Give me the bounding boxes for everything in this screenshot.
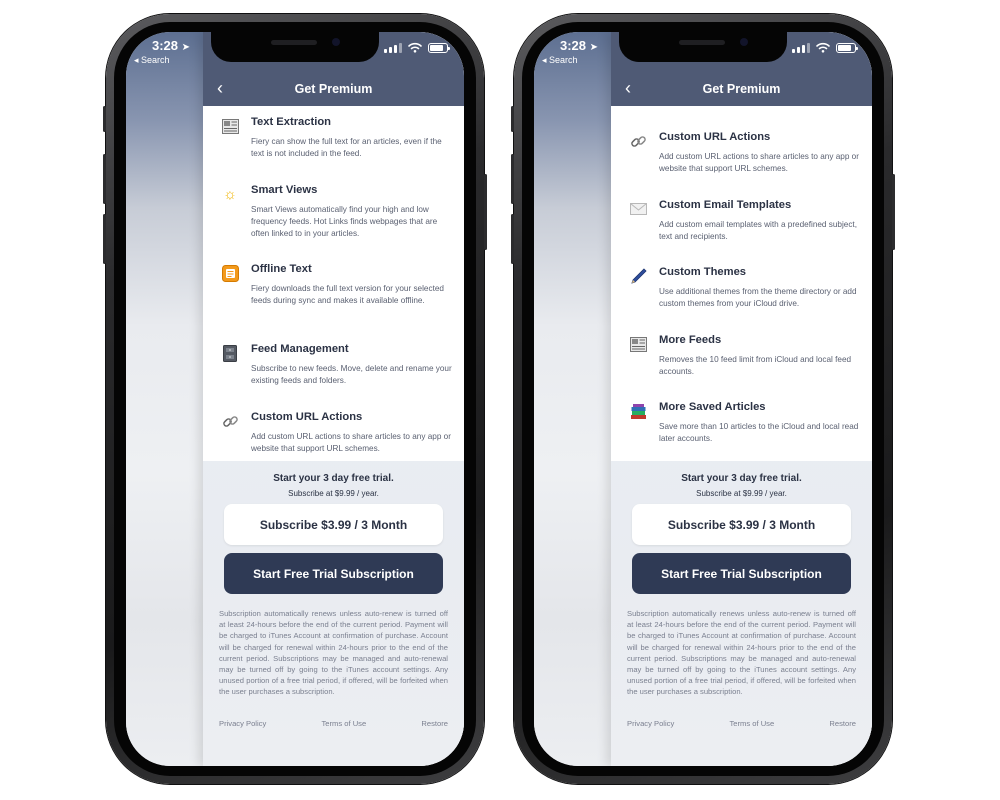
start-trial-button[interactable]: Start Free Trial Subscription bbox=[632, 553, 851, 594]
feature-description: Smart Views automatically find your high… bbox=[251, 205, 438, 238]
feature-title: More Feeds bbox=[659, 334, 722, 346]
status-time: 3:28 ➤ bbox=[152, 38, 190, 53]
battery-icon bbox=[428, 42, 450, 53]
subscribe-button[interactable]: Subscribe $3.99 / 3 Month bbox=[224, 504, 443, 545]
restore-link[interactable]: Restore bbox=[829, 719, 856, 728]
privacy-policy-link[interactable]: Privacy Policy bbox=[219, 719, 266, 728]
more-feeds-icon bbox=[629, 335, 647, 353]
feature-title: Custom Themes bbox=[659, 266, 747, 278]
page-title: Get Premium bbox=[294, 82, 373, 96]
feature-list[interactable]: Text Extraction Fiery can show the full … bbox=[203, 106, 464, 461]
feature-title: Custom URL Actions bbox=[659, 131, 771, 143]
feature-description: Add custom URL actions to share articles… bbox=[251, 432, 451, 453]
feature-description: Removes the 10 feed limit from iCloud an… bbox=[659, 355, 852, 376]
phone-left: 3:28 ➤ ◂ Search ‹ Get Premium Text Extra… bbox=[103, 14, 487, 784]
trial-title: Start your 3 day free trial. bbox=[681, 473, 802, 484]
feature-description: Save more than 10 articles to the iCloud… bbox=[659, 422, 859, 443]
start-trial-button[interactable]: Start Free Trial Subscription bbox=[224, 553, 443, 594]
signal-icon bbox=[792, 42, 810, 53]
feature-title: Custom URL Actions bbox=[251, 411, 363, 423]
cabinet-icon bbox=[221, 344, 239, 362]
notch bbox=[211, 32, 379, 62]
feature-title: Feed Management bbox=[251, 343, 349, 355]
previous-screen-backdrop bbox=[126, 32, 206, 766]
pen-icon bbox=[629, 267, 647, 285]
volume-up-button bbox=[511, 154, 514, 204]
time-label: 3:28 bbox=[560, 38, 587, 53]
status-indicators bbox=[384, 42, 450, 53]
phone-right: 3:28 ➤ ◂ Search ‹ Get Premium Custom URL… bbox=[511, 14, 895, 784]
books-icon bbox=[629, 402, 647, 420]
side-button bbox=[892, 174, 895, 250]
camera-icon bbox=[332, 38, 340, 46]
premium-sheet: ‹ Get Premium Text Extraction Fiery can … bbox=[203, 32, 464, 766]
location-arrow-icon: ➤ bbox=[181, 42, 191, 53]
camera-icon bbox=[740, 38, 748, 46]
volume-up-button bbox=[103, 154, 106, 204]
trial-title: Start your 3 day free trial. bbox=[273, 473, 394, 484]
privacy-policy-link[interactable]: Privacy Policy bbox=[627, 719, 674, 728]
screen: 3:28 ➤ ◂ Search ‹ Get Premium Custom URL… bbox=[534, 32, 872, 766]
notch bbox=[619, 32, 787, 62]
volume-down-button bbox=[103, 214, 106, 264]
feature-title: Smart Views bbox=[251, 184, 318, 196]
mute-switch bbox=[511, 106, 514, 132]
feature-description: Subscribe to new feeds. Move, delete and… bbox=[251, 364, 452, 385]
feature-description: Use additional themes from the theme dir… bbox=[659, 287, 857, 308]
subscribe-button[interactable]: Subscribe $3.99 / 3 Month bbox=[632, 504, 851, 545]
location-arrow-icon: ➤ bbox=[589, 42, 599, 53]
text-extraction-icon bbox=[221, 117, 239, 135]
terms-of-use-link[interactable]: Terms of Use bbox=[729, 719, 774, 728]
volume-down-button bbox=[511, 214, 514, 264]
mute-switch bbox=[103, 106, 106, 132]
subscription-terms: Subscription automatically renews unless… bbox=[627, 609, 856, 697]
battery-icon bbox=[836, 42, 858, 53]
envelope-icon bbox=[629, 200, 647, 218]
terms-of-use-link[interactable]: Terms of Use bbox=[321, 719, 366, 728]
status-back-to-search[interactable]: ◂ Search bbox=[542, 55, 578, 66]
time-label: 3:28 bbox=[152, 38, 179, 53]
link-icon bbox=[629, 132, 647, 150]
side-button bbox=[484, 174, 487, 250]
feature-description: Add custom URL actions to share articles… bbox=[659, 152, 859, 173]
premium-sheet: ‹ Get Premium Custom URL Actions Add cus… bbox=[611, 32, 872, 766]
paywall-panel: Start your 3 day free trial. Subscribe a… bbox=[203, 461, 464, 766]
footer-links: Privacy Policy Terms of Use Restore bbox=[627, 719, 856, 728]
screen: 3:28 ➤ ◂ Search ‹ Get Premium Text Extra… bbox=[126, 32, 464, 766]
feature-description: Fiery can show the full text for an arti… bbox=[251, 137, 442, 158]
offline-text-icon bbox=[221, 264, 239, 282]
footer-links: Privacy Policy Terms of Use Restore bbox=[219, 719, 448, 728]
feature-description: Add custom email templates with a predef… bbox=[659, 220, 857, 241]
feature-description: Fiery downloads the full text version fo… bbox=[251, 284, 444, 305]
wifi-icon bbox=[816, 42, 830, 53]
feature-title: More Saved Articles bbox=[659, 401, 766, 413]
previous-screen-backdrop bbox=[534, 32, 614, 766]
paywall-panel: Start your 3 day free trial. Subscribe a… bbox=[611, 461, 872, 766]
trial-subtitle: Subscribe at $9.99 / year. bbox=[696, 489, 787, 498]
trial-subtitle: Subscribe at $9.99 / year. bbox=[288, 489, 379, 498]
status-back-to-search[interactable]: ◂ Search bbox=[134, 55, 170, 66]
feature-title: Custom Email Templates bbox=[659, 199, 792, 211]
signal-icon bbox=[384, 42, 402, 53]
link-icon bbox=[221, 412, 239, 430]
feature-title: Text Extraction bbox=[251, 116, 331, 128]
wifi-icon bbox=[408, 42, 422, 53]
sun-icon: ☼ bbox=[223, 185, 237, 203]
page-title: Get Premium bbox=[702, 82, 781, 96]
status-indicators bbox=[792, 42, 858, 53]
restore-link[interactable]: Restore bbox=[421, 719, 448, 728]
subscription-terms: Subscription automatically renews unless… bbox=[219, 609, 448, 697]
feature-list[interactable]: Custom URL Actions Add custom URL action… bbox=[611, 106, 872, 461]
status-time: 3:28 ➤ bbox=[560, 38, 598, 53]
feature-title: Offline Text bbox=[251, 263, 312, 275]
